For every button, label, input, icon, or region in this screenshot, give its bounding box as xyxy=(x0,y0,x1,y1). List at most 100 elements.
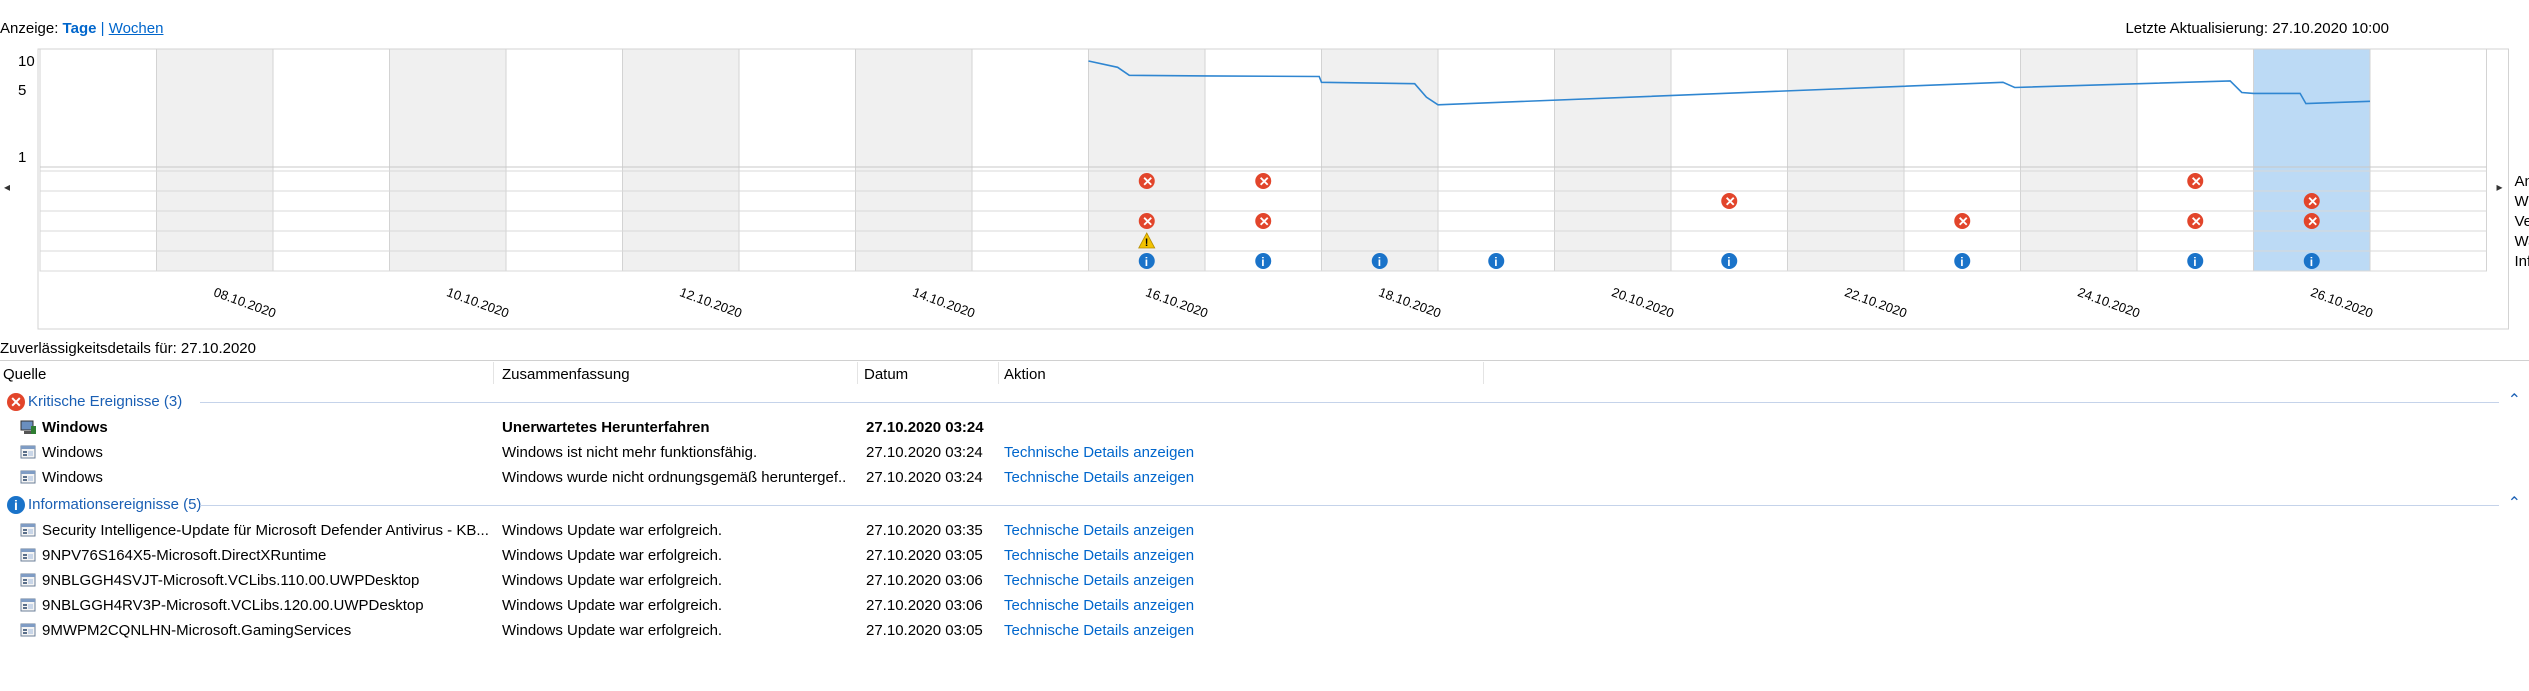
day-column[interactable] xyxy=(1554,48,1672,272)
error-icon-mark: ✕ xyxy=(2307,194,2318,209)
day-column[interactable] xyxy=(622,48,740,272)
group-divider xyxy=(200,402,2499,403)
column-header-source[interactable]: Quelle xyxy=(3,366,46,383)
error-icon-mark: ✕ xyxy=(2191,214,2202,229)
warning-icon-mark: ! xyxy=(1145,237,1149,249)
x-tick-label: 22.10.2020 xyxy=(1843,284,1909,320)
error-icon-mark: ✕ xyxy=(1142,174,1153,189)
x-tick-label: 08.10.2020 xyxy=(212,284,278,320)
error-icon-mark: ✕ xyxy=(1142,214,1153,229)
error-icon-mark: ✕ xyxy=(2191,174,2202,189)
column-header-summary[interactable]: Zusammenfassung xyxy=(502,366,630,383)
event-summary: Windows Update war erfolgreich. xyxy=(502,597,723,614)
category-label: Verschiedene Fehler xyxy=(2515,213,2529,230)
technical-details-link[interactable]: Technische Details anzeigen xyxy=(1004,572,1194,589)
day-column[interactable] xyxy=(156,48,274,272)
event-group-label: Kritische Ereignisse (3) xyxy=(28,393,183,410)
day-column[interactable] xyxy=(1204,48,1322,272)
header-divider xyxy=(0,360,2529,361)
app-window-icon xyxy=(20,470,37,485)
collapse-chevron-icon[interactable]: ⌃ xyxy=(2508,390,2521,410)
technical-details-link[interactable]: Technische Details anzeigen xyxy=(1004,469,1194,486)
event-source: 9MWPM2CQNLHN-Microsoft.GamingServices xyxy=(42,622,352,639)
day-column[interactable] xyxy=(738,48,856,272)
event-group-header[interactable]: i Informationsereignisse (5) ⌃ xyxy=(0,493,2529,517)
reliability-chart[interactable]: 10 5 1 ◂ ▸ Anwendungsfehler Windows-Fehler Vers… xyxy=(0,45,2529,335)
event-source: Windows xyxy=(42,419,108,436)
event-row[interactable]: 9NBLGGH4RV3P-Microsoft.VCLibs.120.00.UWP… xyxy=(0,594,2529,619)
event-group-header[interactable]: ✕ Kritische Ereignisse (3) ⌃ xyxy=(0,390,2529,414)
event-row[interactable]: Windows Unerwartetes Herunterfahren 27.10.… xyxy=(0,416,2529,441)
day-column[interactable] xyxy=(39,48,157,272)
app-window-icon xyxy=(20,598,37,613)
technical-details-link[interactable]: Technische Details anzeigen xyxy=(1004,597,1194,614)
technical-details-link[interactable]: Technische Details anzeigen xyxy=(1004,522,1194,539)
x-tick-label: 24.10.2020 xyxy=(2076,284,2142,320)
event-row[interactable]: 9MWPM2CQNLHN-Microsoft.GamingServices Win… xyxy=(0,619,2529,644)
info-icon-mark: i xyxy=(2193,255,2196,269)
error-icon-mark: ✕ xyxy=(1259,174,1270,189)
event-date: 27.10.2020 03:06 xyxy=(866,572,983,589)
info-icon-mark: i xyxy=(1378,255,1381,269)
event-source: 9NBLGGH4RV3P-Microsoft.VCLibs.120.00.UWP… xyxy=(42,597,424,614)
technical-details-link[interactable]: Technische Details anzeigen xyxy=(1004,547,1194,564)
day-column[interactable] xyxy=(971,48,1089,272)
app-window-icon xyxy=(20,623,37,638)
app-window-icon xyxy=(20,548,37,563)
event-row[interactable]: Windows Windows wurde nicht ordnungsgemäß… xyxy=(0,466,2529,491)
view-selector: Anzeige: Tage | Wochen xyxy=(0,20,163,37)
day-column[interactable] xyxy=(1787,48,1905,272)
info-icon-mark: i xyxy=(2310,255,2313,269)
details-title: Zuverlässigkeitsdetails für: 27.10.2020 xyxy=(0,340,256,357)
info-icon-mark: i xyxy=(1727,255,1730,269)
technical-details-link[interactable]: Technische Details anzeigen xyxy=(1004,622,1194,639)
day-column[interactable] xyxy=(272,48,390,272)
y-tick-label: 1 xyxy=(18,149,26,166)
y-tick-label: 5 xyxy=(18,82,26,99)
column-header-action[interactable]: Aktion xyxy=(1004,366,1046,383)
day-column[interactable] xyxy=(2369,48,2487,272)
windows-computer-icon xyxy=(20,420,37,435)
technical-details-link[interactable]: Technische Details anzeigen xyxy=(1004,444,1194,461)
event-row[interactable]: Windows Windows ist nicht mehr funktionsf… xyxy=(0,441,2529,466)
event-summary: Windows ist nicht mehr funktionsfähig. xyxy=(502,444,758,461)
collapse-chevron-icon[interactable]: ⌃ xyxy=(2508,493,2521,513)
event-source: Security Intelligence-Update für Microso… xyxy=(42,522,489,539)
info-icon-mark: i xyxy=(1960,255,1963,269)
event-date: 27.10.2020 03:35 xyxy=(866,522,983,539)
column-separator[interactable] xyxy=(493,362,494,384)
event-summary: Windows Update war erfolgreich. xyxy=(502,547,723,564)
view-label: Anzeige: xyxy=(0,20,59,37)
day-column[interactable] xyxy=(855,48,973,272)
app-window-icon xyxy=(20,523,37,538)
column-separator[interactable] xyxy=(998,362,999,384)
x-tick-label: 12.10.2020 xyxy=(678,284,744,320)
column-separator[interactable] xyxy=(857,362,858,384)
day-column[interactable] xyxy=(2253,48,2371,272)
group-divider xyxy=(200,505,2499,506)
day-column[interactable] xyxy=(505,48,623,272)
day-column[interactable] xyxy=(1437,48,1555,272)
event-source: 9NPV76S164X5-Microsoft.DirectXRuntime xyxy=(42,547,327,564)
x-tick-label: 10.10.2020 xyxy=(445,284,511,320)
event-group-label: Informationsereignisse (5) xyxy=(28,496,202,513)
scroll-left-arrow[interactable]: ◂ xyxy=(4,180,10,194)
column-header-date[interactable]: Datum xyxy=(864,366,908,383)
event-row[interactable]: 9NPV76S164X5-Microsoft.DirectXRuntime Win… xyxy=(0,544,2529,569)
scroll-right-arrow[interactable]: ▸ xyxy=(2497,180,2503,194)
event-date: 27.10.2020 03:24 xyxy=(866,419,984,436)
event-date: 27.10.2020 03:05 xyxy=(866,547,983,564)
y-tick-label: 10 xyxy=(18,53,35,70)
event-summary: Windows Update war erfolgreich. xyxy=(502,522,723,539)
day-column[interactable] xyxy=(389,48,507,272)
x-tick-label: 26.10.2020 xyxy=(2309,284,2375,320)
day-column[interactable] xyxy=(2020,48,2138,272)
view-days-link[interactable]: Tage xyxy=(63,20,97,37)
column-separator[interactable] xyxy=(1483,362,1484,384)
day-column[interactable] xyxy=(1670,48,1788,272)
event-row[interactable]: 9NBLGGH4SVJT-Microsoft.VCLibs.110.00.UWP… xyxy=(0,569,2529,594)
category-label: Anwendungsfehler xyxy=(2515,173,2529,190)
event-summary: Windows Update war erfolgreich. xyxy=(502,622,723,639)
view-weeks-link[interactable]: Wochen xyxy=(109,20,164,37)
event-row[interactable]: Security Intelligence-Update für Microso… xyxy=(0,519,2529,544)
